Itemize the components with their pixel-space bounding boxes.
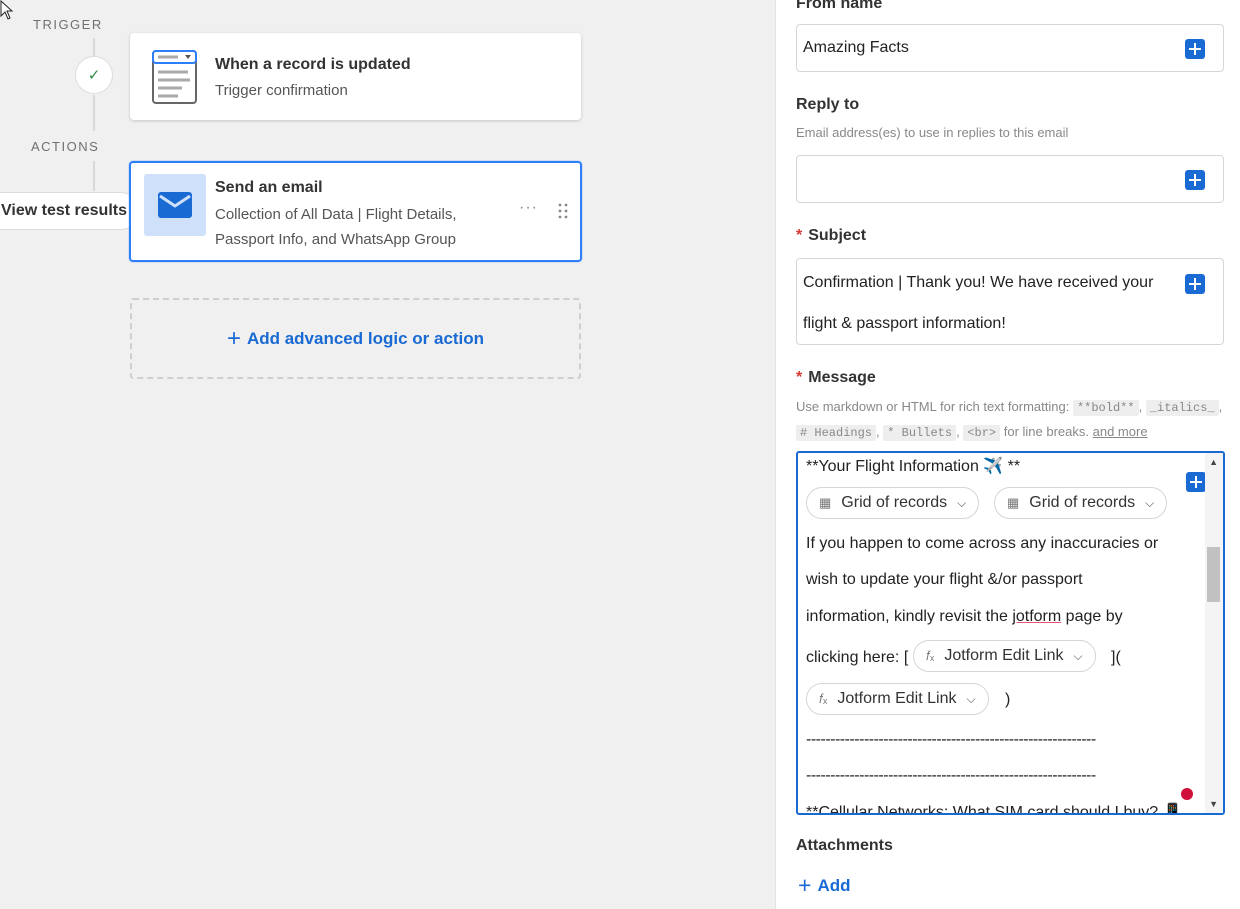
jotform-edit-link-token[interactable]: 𝑓ₓ Jotform Edit Link ⌵: [806, 683, 989, 715]
message-label: * Message: [796, 369, 876, 386]
insert-field-icon[interactable]: [1185, 170, 1205, 190]
formula-icon: 𝑓ₓ: [926, 648, 935, 663]
grid-of-records-token[interactable]: ▦ Grid of records ⌵: [806, 487, 980, 519]
message-paragraph-line: clicking here: [: [806, 649, 909, 666]
message-link-bracket: ](: [1111, 649, 1121, 666]
insert-field-icon[interactable]: [1185, 274, 1205, 294]
chevron-down-icon: ⌵: [966, 691, 976, 706]
action-title: Send an email: [215, 179, 323, 196]
subject-line2: flight & passport information!: [803, 315, 1006, 332]
chevron-down-icon: ⌵: [957, 495, 967, 510]
notification-dot: [1181, 788, 1193, 800]
action-description-line1: Collection of All Data | Flight Details,: [215, 206, 457, 223]
table-icon: ▦: [819, 495, 832, 510]
from-name-value: Amazing Facts: [803, 39, 909, 56]
scroll-down-arrow-icon[interactable]: ▼: [1209, 799, 1218, 809]
trigger-subtitle: Trigger confirmation: [215, 82, 348, 99]
send-email-action-card[interactable]: Send an email Collection of All Data | F…: [129, 161, 582, 262]
scroll-thumb[interactable]: [1207, 547, 1220, 602]
reply-to-field[interactable]: [796, 155, 1224, 203]
message-divider: ----------------------------------------…: [806, 731, 1096, 748]
drag-handle-icon[interactable]: [558, 203, 568, 219]
formula-icon: 𝑓ₓ: [819, 691, 828, 706]
email-settings-panel: From name Amazing Facts Reply to Email a…: [775, 0, 1240, 909]
trigger-title: When a record is updated: [215, 56, 411, 73]
attachments-label: Attachments: [796, 837, 893, 854]
insert-field-icon[interactable]: [1185, 39, 1205, 59]
message-editor[interactable]: **Your Flight Information ✈️ ** ▦ Grid o…: [796, 451, 1225, 815]
message-paragraph-line: wish to update your flight &/or passport: [806, 571, 1083, 588]
required-marker: *: [796, 227, 803, 244]
message-paragraph-line: If you happen to come across any inaccur…: [806, 535, 1159, 552]
trigger-section-label: TRIGGER: [33, 17, 103, 32]
add-logic-action-label: Add advanced logic or action: [246, 328, 485, 348]
add-attachment-button[interactable]: + Add: [798, 874, 850, 897]
chevron-down-icon: ⌵: [1073, 648, 1083, 663]
plus-icon: +: [798, 872, 812, 898]
record-form-icon: [152, 50, 197, 104]
message-paragraph-line: information, kindly revisit the jotform …: [806, 608, 1123, 625]
automation-canvas: TRIGGER ✓ ACTIONS View test results When…: [0, 0, 775, 909]
from-name-label: From name: [796, 0, 883, 12]
grid-of-records-token[interactable]: ▦ Grid of records ⌵: [994, 487, 1168, 519]
plus-icon: +: [226, 324, 241, 352]
insert-field-icon[interactable]: [1186, 472, 1206, 492]
reply-to-helper: Email address(es) to use in replies to t…: [796, 125, 1069, 140]
message-helper: Use markdown or HTML for rich text forma…: [796, 399, 1223, 441]
message-link-bracket: ): [1005, 691, 1011, 708]
table-icon: ▦: [1007, 495, 1020, 510]
required-marker: *: [796, 369, 803, 386]
add-logic-action-button[interactable]: + Add advanced logic or action: [130, 298, 581, 379]
actions-section-label: ACTIONS: [31, 139, 100, 154]
message-cellular-line: **Cellular Networks: What SIM card shoul…: [806, 804, 1183, 815]
from-name-field[interactable]: Amazing Facts: [796, 24, 1224, 72]
chevron-down-icon: ⌵: [1145, 495, 1155, 510]
connector-line: [93, 95, 95, 131]
jotform-edit-link-token[interactable]: 𝑓ₓ Jotform Edit Link ⌵: [913, 640, 1096, 672]
message-divider: ----------------------------------------…: [806, 767, 1096, 784]
subject-field[interactable]: Confirmation | Thank you! We have receiv…: [796, 258, 1224, 345]
more-options-icon[interactable]: ···: [519, 199, 538, 217]
check-icon: ✓: [75, 56, 113, 94]
connector-line: [93, 161, 95, 191]
subject-line1: Confirmation | Thank you! We have receiv…: [803, 274, 1154, 291]
scroll-up-arrow-icon[interactable]: ▲: [1209, 457, 1218, 467]
mouse-cursor-icon: [0, 0, 14, 20]
action-description-line2: Passport Info, and WhatsApp Group: [215, 231, 456, 248]
misspelled-word: jotform: [1012, 608, 1062, 625]
envelope-icon: [144, 174, 206, 236]
and-more-link[interactable]: and more: [1093, 424, 1148, 439]
connector-line: [93, 38, 95, 56]
view-test-results-button[interactable]: View test results: [0, 192, 140, 230]
message-heading-line: **Your Flight Information ✈️ **: [806, 458, 1021, 475]
subject-label: * Subject: [796, 227, 867, 244]
trigger-card[interactable]: When a record is updated Trigger confirm…: [130, 33, 581, 120]
message-scrollbar[interactable]: ▲ ▼: [1205, 453, 1223, 813]
reply-to-label: Reply to: [796, 96, 860, 113]
